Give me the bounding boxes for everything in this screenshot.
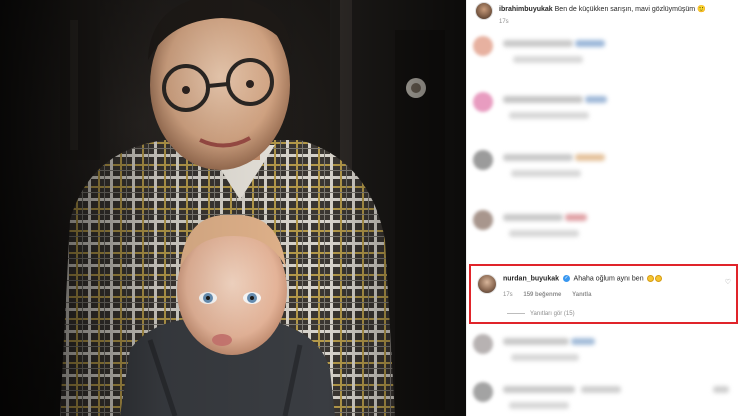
blurred-text xyxy=(713,386,729,393)
blurred-avatar xyxy=(473,36,493,56)
blurred-meta xyxy=(509,230,579,237)
comment-line: nurdan_buyukak ✓ Ahaha oğlum aynı ben xyxy=(503,275,662,282)
blurred-text xyxy=(503,154,573,161)
blurred-avatar xyxy=(473,210,493,230)
comment-meta: 17s 159 beğenme Yanıtla xyxy=(503,292,600,298)
blurred-meta xyxy=(511,170,581,177)
replies-divider xyxy=(507,312,525,314)
blurred-text xyxy=(503,386,575,393)
caption-text: Ben de küçükken sarışın, mavi gözlüymüşü… xyxy=(554,6,706,13)
blurred-comment xyxy=(473,380,735,416)
caption-time: 17s xyxy=(499,19,509,25)
blurred-text xyxy=(585,96,607,103)
blurred-avatar xyxy=(473,382,493,402)
blurred-text xyxy=(575,40,605,47)
post-photo xyxy=(0,0,466,416)
comment-text: Ahaha oğlum aynı ben xyxy=(573,275,644,283)
laughing-emoji-icon xyxy=(646,275,654,282)
blurred-avatar xyxy=(473,150,493,170)
reply-button[interactable]: Yanıtla xyxy=(572,292,591,298)
heart-icon[interactable]: ♡ xyxy=(725,278,731,286)
blurred-avatar xyxy=(473,92,493,112)
photo-illustration xyxy=(0,0,466,416)
caption-avatar[interactable] xyxy=(475,2,493,20)
highlighted-comment: nurdan_buyukak ✓ Ahaha oğlum aynı ben ♡ … xyxy=(469,264,738,324)
blurred-text xyxy=(575,154,605,161)
laughing-emoji-icon xyxy=(654,275,662,282)
blurred-text xyxy=(571,338,595,345)
blurred-text xyxy=(503,40,573,47)
view-replies-label[interactable]: Yanıtları gör (15) xyxy=(530,311,575,317)
blurred-meta xyxy=(511,354,579,361)
blurred-meta xyxy=(509,402,569,409)
blurred-avatar xyxy=(473,334,493,354)
blurred-text xyxy=(503,96,583,103)
blurred-comment xyxy=(473,148,735,188)
blurred-text xyxy=(565,214,587,221)
commenter-avatar[interactable] xyxy=(477,274,497,294)
blurred-comment xyxy=(473,208,735,248)
view-replies-button[interactable]: Yanıtları gör (15) xyxy=(507,311,575,317)
caption-username[interactable]: ibrahimbuyukak xyxy=(499,6,553,13)
comment-time: 17s xyxy=(503,292,513,298)
comments-panel: ibrahimbuyukak Ben de küçükken sarışın, … xyxy=(466,0,740,416)
blurred-text xyxy=(503,214,563,221)
blurred-comment xyxy=(473,90,735,130)
commenter-username[interactable]: nurdan_buyukak xyxy=(503,275,559,282)
blurred-comment xyxy=(473,34,735,74)
blurred-meta xyxy=(509,112,589,119)
blurred-comment xyxy=(473,332,735,372)
blurred-meta xyxy=(513,56,583,63)
verified-badge-icon: ✓ xyxy=(562,275,570,282)
caption-line: ibrahimbuyukak Ben de küçükken sarışın, … xyxy=(499,5,706,13)
comment-likes[interactable]: 159 beğenme xyxy=(523,292,561,298)
post-caption: ibrahimbuyukak Ben de küçükken sarışın, … xyxy=(473,2,735,28)
blurred-text xyxy=(581,386,621,393)
blurred-text xyxy=(503,338,569,345)
